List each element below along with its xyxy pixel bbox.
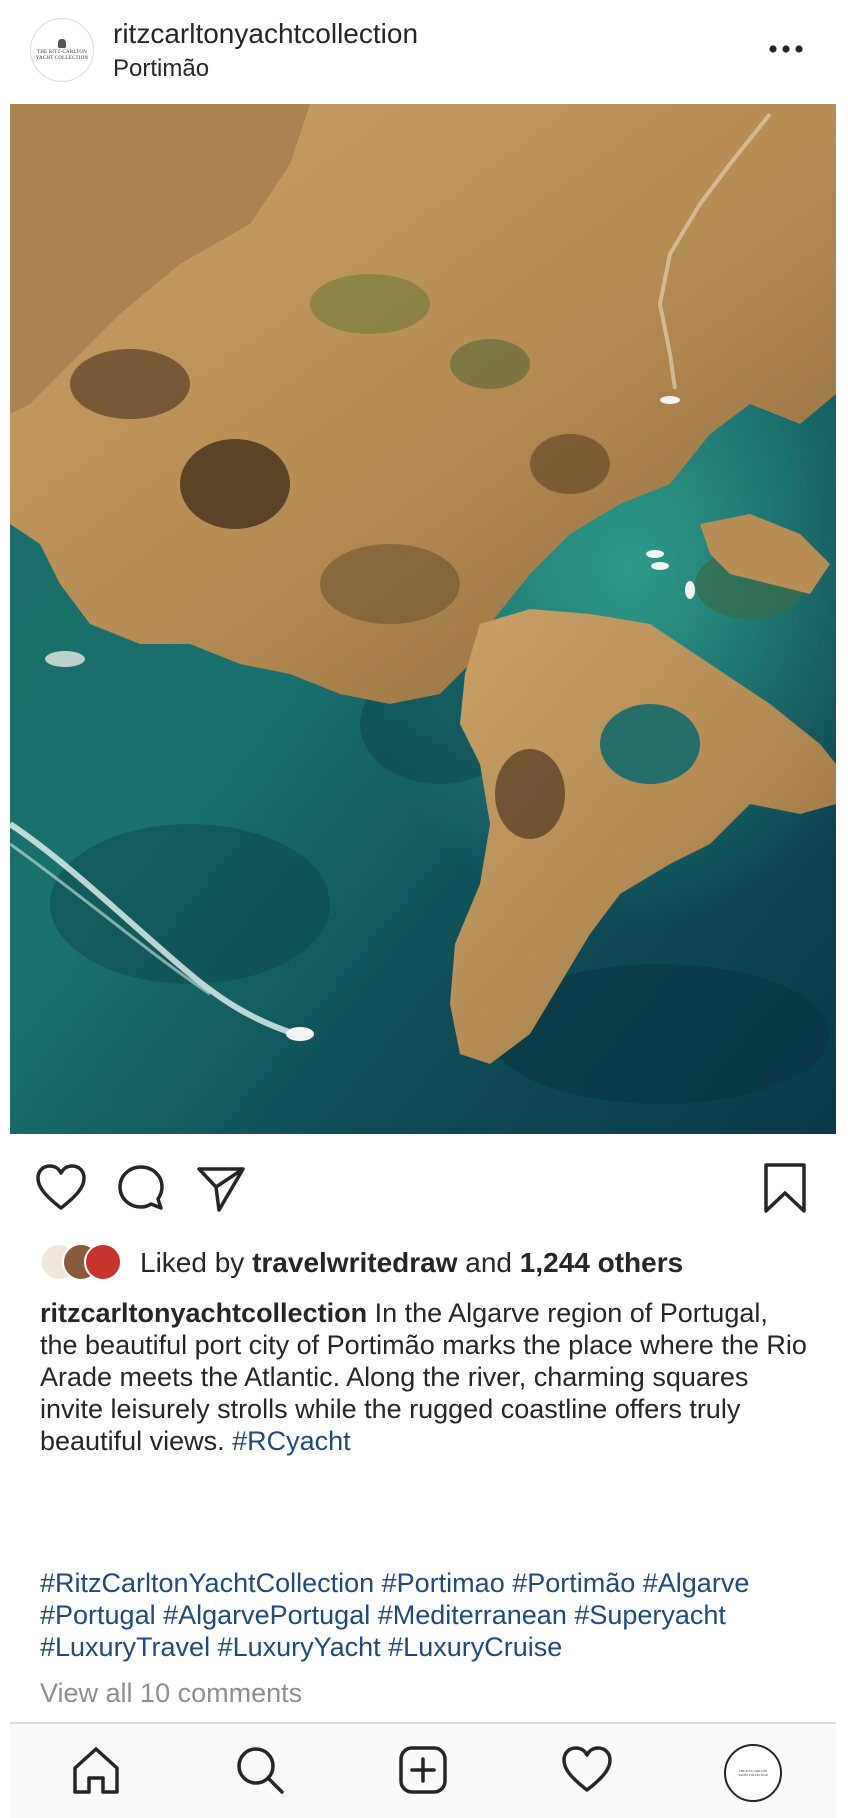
likes-text[interactable]: Liked by travelwritedraw and 1,244 other…	[140, 1247, 683, 1279]
liker-avatar[interactable]	[84, 1243, 122, 1281]
post-photo[interactable]	[10, 104, 836, 1134]
comment-icon[interactable]	[113, 1160, 169, 1216]
profile-logo-line2: YACHT COLLECTION	[738, 1773, 768, 1777]
post-location[interactable]: Portimão	[113, 55, 209, 83]
heart-icon[interactable]	[33, 1160, 89, 1216]
likes-count[interactable]: 1,244 others	[520, 1247, 683, 1278]
avatar-logo-line1: THE RITZ-CARLTON	[36, 49, 87, 55]
post-caption: ritzcarltonyachtcollection In the Algarv…	[40, 1297, 810, 1457]
post-username[interactable]: ritzcarltonyachtcollection	[113, 18, 418, 50]
bookmark-icon[interactable]	[757, 1160, 813, 1216]
crest-icon	[57, 38, 66, 48]
likes-prefix: Liked by	[140, 1247, 245, 1278]
likes-row: Liked by travelwritedraw and 1,244 other…	[40, 1240, 820, 1284]
caption-hashtag[interactable]: #RCyacht	[232, 1426, 351, 1456]
search-icon[interactable]	[232, 1742, 288, 1798]
home-icon[interactable]	[68, 1742, 124, 1798]
liker-username[interactable]: travelwritedraw	[252, 1247, 457, 1278]
plus-square-icon[interactable]	[395, 1742, 451, 1798]
view-comments-link[interactable]: View all 10 comments	[40, 1678, 302, 1709]
bottom-tab-bar: THE RITZ-CARLTON YACHT COLLECTION	[10, 1722, 836, 1818]
avatar-logo-line2: YACHT COLLECTION	[35, 55, 89, 61]
profile-avatar[interactable]: THE RITZ-CARLTON YACHT COLLECTION	[724, 1744, 782, 1802]
post-hashtags[interactable]: #RitzCarltonYachtCollection #Portimao #P…	[40, 1567, 830, 1663]
post-action-bar	[0, 1160, 848, 1224]
likes-and: and	[465, 1247, 512, 1278]
account-avatar[interactable]: THE RITZ-CARLTON YACHT COLLECTION	[30, 18, 94, 82]
activity-heart-icon[interactable]	[559, 1742, 615, 1798]
post-header: THE RITZ-CARLTON YACHT COLLECTION ritzca…	[0, 0, 848, 104]
caption-author[interactable]: ritzcarltonyachtcollection	[40, 1298, 367, 1328]
coastline-aerial-image	[10, 104, 836, 1134]
paper-plane-icon[interactable]	[193, 1160, 249, 1216]
more-horizontal-icon[interactable]	[764, 34, 808, 64]
